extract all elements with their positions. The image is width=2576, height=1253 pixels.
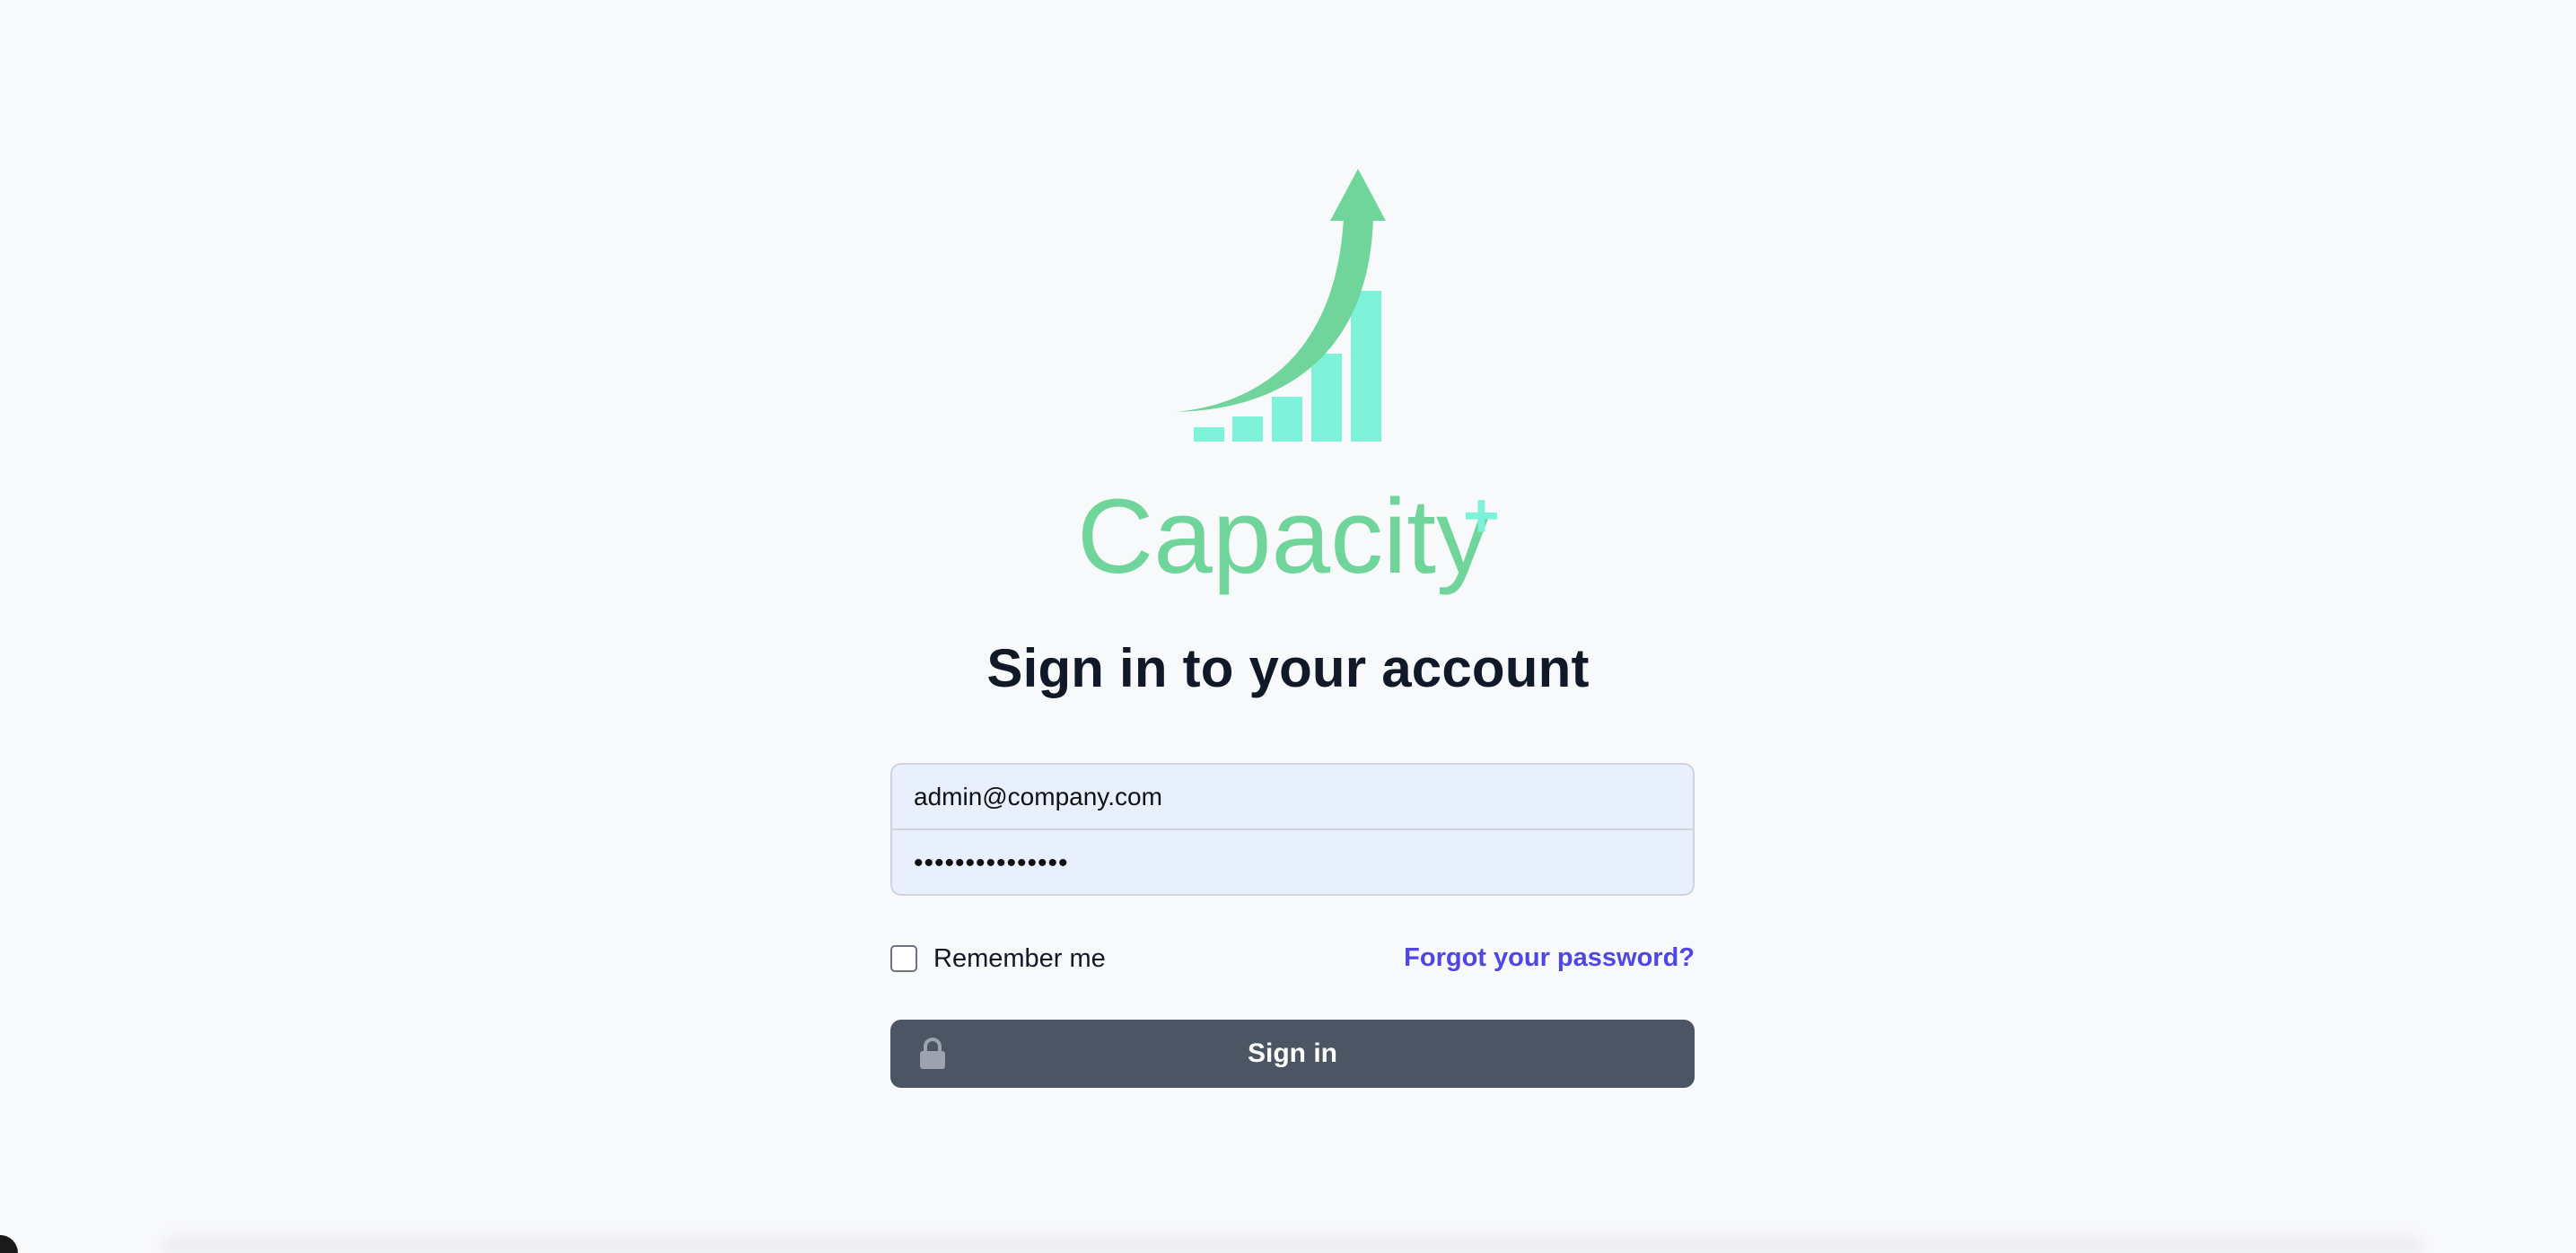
email-field[interactable] (892, 765, 1693, 830)
credentials-group (890, 763, 1695, 896)
page-title: Sign in to your account (986, 638, 1590, 698)
sign-in-button[interactable]: Sign in (890, 1020, 1695, 1088)
lock-icon (920, 1038, 945, 1069)
sign-in-label: Sign in (1248, 1038, 1337, 1068)
capacity-logo-icon (1176, 169, 1386, 442)
password-field[interactable] (892, 830, 1693, 894)
svg-text:Capacity: Capacity (1077, 485, 1489, 596)
remember-me[interactable]: Remember me (890, 943, 1106, 974)
login-page: Capacity + Sign in to your account Remem… (0, 0, 2576, 1253)
bottom-shadow (162, 1228, 2423, 1253)
forgot-password-link[interactable]: Forgot your password? (1404, 943, 1695, 973)
remember-me-label: Remember me (933, 943, 1106, 973)
capacity-wordmark: Capacity + (1077, 485, 1500, 596)
svg-text:+: + (1463, 485, 1500, 550)
remember-me-checkbox[interactable] (890, 945, 917, 972)
window-corner (0, 1235, 18, 1253)
